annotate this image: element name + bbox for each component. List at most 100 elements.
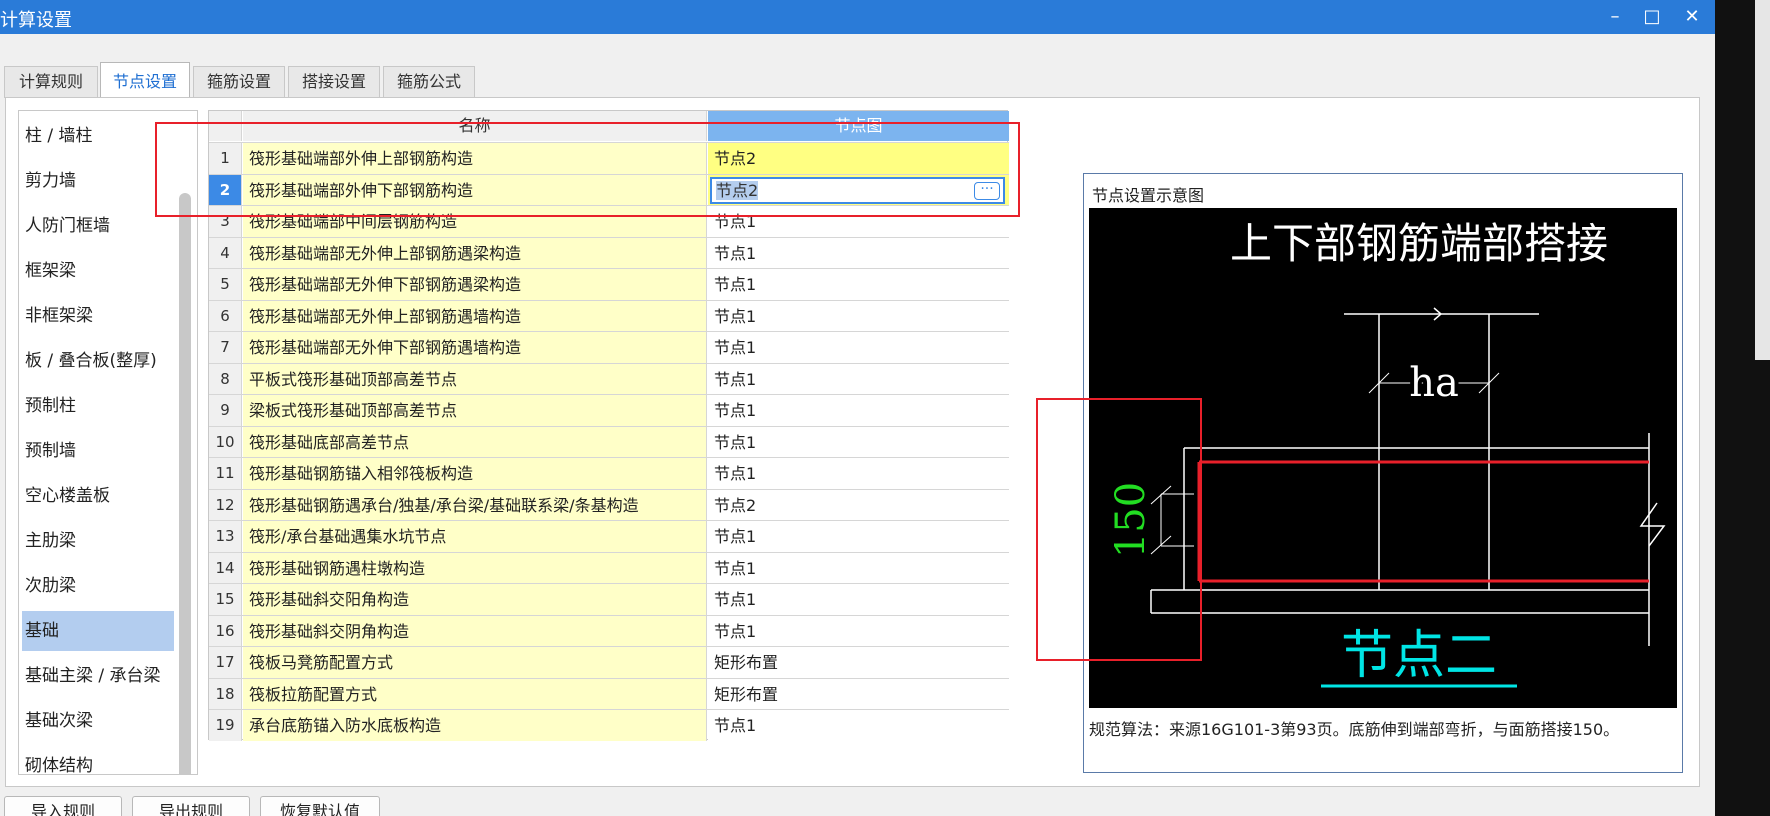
- row-number[interactable]: 14: [209, 552, 242, 584]
- category-item[interactable]: 主肋梁: [22, 521, 174, 561]
- row-number[interactable]: 17: [209, 647, 242, 678]
- category-item[interactable]: 板 / 叠合板(整厚): [22, 341, 174, 381]
- table-row[interactable]: 12 筏形基础钢筋遇承台/独基/承台梁/基础联系梁/条基构造 节点2: [209, 488, 1009, 521]
- table-row[interactable]: 19 承台底筋锚入防水底板构造 节点1: [209, 709, 1009, 741]
- minimize-button[interactable]: –: [1598, 3, 1632, 31]
- row-name-cell[interactable]: 平板式筏形基础顶部高差节点: [243, 363, 707, 395]
- category-item[interactable]: 次肋梁: [22, 566, 174, 606]
- row-number[interactable]: 3: [209, 206, 242, 237]
- tab-calc-rules[interactable]: 计算规则: [4, 66, 98, 98]
- row-number[interactable]: 8: [209, 363, 242, 395]
- row-node-cell[interactable]: 节点1: [708, 426, 1009, 458]
- category-item[interactable]: 框架梁: [22, 251, 174, 291]
- row-number[interactable]: 7: [209, 332, 242, 363]
- table-row[interactable]: 13 筏形/承台基础遇集水坑节点 节点1: [209, 520, 1009, 552]
- maximize-button[interactable]: □: [1635, 3, 1669, 31]
- table-row[interactable]: 6 筏形基础端部无外伸上部钢筋遇墙构造 节点1: [209, 299, 1009, 332]
- category-item[interactable]: 基础次梁: [22, 701, 174, 741]
- row-node-cell[interactable]: 节点1: [708, 395, 1009, 426]
- table-row[interactable]: 15 筏形基础斜交阳角构造 节点1: [209, 583, 1009, 615]
- row-number[interactable]: 11: [209, 458, 242, 489]
- row-number[interactable]: 9: [209, 395, 242, 426]
- table-row[interactable]: 3 筏形基础端部中间层钢筋构造 节点1: [209, 205, 1009, 237]
- tab-lap-settings[interactable]: 搭接设置: [288, 66, 380, 98]
- row-number[interactable]: 5: [209, 269, 242, 300]
- column-header-node[interactable]: 节点图: [708, 111, 1009, 141]
- ellipsis-icon[interactable]: ···: [974, 181, 1000, 200]
- row-node-cell-editing[interactable]: 节点2 ···: [708, 174, 1009, 206]
- tab-stirrup-settings[interactable]: 箍筋设置: [193, 66, 285, 98]
- table-row[interactable]: 5 筏形基础端部无外伸下部钢筋遇梁构造 节点1: [209, 268, 1009, 300]
- category-item[interactable]: 柱 / 墙柱: [22, 116, 174, 156]
- category-item[interactable]: 剪力墙: [22, 161, 174, 201]
- export-rules-button[interactable]: 导出规则: [132, 796, 250, 816]
- row-name-cell[interactable]: 筏形基础端部无外伸上部钢筋遇墙构造: [243, 300, 707, 332]
- row-node-cell[interactable]: 节点1: [708, 584, 1009, 615]
- row-number[interactable]: 2: [209, 174, 242, 206]
- table-row[interactable]: 2 筏形基础端部外伸下部钢筋构造 节点2 ···: [209, 173, 1009, 206]
- row-node-cell[interactable]: 节点1: [708, 300, 1009, 332]
- node-select-input[interactable]: 节点2 ···: [710, 176, 1005, 204]
- tab-stirrup-formula[interactable]: 箍筋公式: [383, 66, 475, 98]
- category-item[interactable]: 空心楼盖板: [22, 476, 174, 516]
- row-name-cell[interactable]: 筏形基础斜交阳角构造: [243, 584, 707, 615]
- category-scrollbar[interactable]: [179, 193, 191, 774]
- row-node-cell[interactable]: 矩形布置: [708, 647, 1009, 678]
- row-number[interactable]: 6: [209, 300, 242, 332]
- row-name-cell[interactable]: 筏形基础端部无外伸下部钢筋遇墙构造: [243, 332, 707, 363]
- row-node-cell[interactable]: 节点1: [708, 521, 1009, 552]
- row-name-cell[interactable]: 筏形基础端部无外伸上部钢筋遇梁构造: [243, 237, 707, 269]
- column-header-name[interactable]: 名称: [243, 111, 707, 141]
- table-row[interactable]: 10 筏形基础底部高差节点 节点1: [209, 425, 1009, 458]
- table-row[interactable]: 9 梁板式筏形基础顶部高差节点 节点1: [209, 394, 1009, 426]
- category-item[interactable]: 预制柱: [22, 386, 174, 426]
- row-name-cell[interactable]: 筏板马凳筋配置方式: [243, 647, 707, 678]
- table-row[interactable]: 18 筏板拉筋配置方式 矩形布置: [209, 677, 1009, 710]
- row-name-cell[interactable]: 筏形基础钢筋遇承台/独基/承台梁/基础联系梁/条基构造: [243, 489, 707, 521]
- row-name-cell[interactable]: 筏形基础端部中间层钢筋构造: [243, 206, 707, 237]
- row-node-cell[interactable]: 矩形布置: [708, 678, 1009, 710]
- row-node-cell[interactable]: 节点1: [708, 615, 1009, 647]
- row-node-cell[interactable]: 节点1: [708, 363, 1009, 395]
- row-number[interactable]: 19: [209, 710, 242, 741]
- category-item[interactable]: 砌体结构: [22, 746, 174, 774]
- row-number[interactable]: 1: [209, 143, 242, 174]
- category-item-selected[interactable]: 基础: [22, 611, 174, 651]
- table-row[interactable]: 4 筏形基础端部无外伸上部钢筋遇梁构造 节点1: [209, 236, 1009, 269]
- row-name-cell[interactable]: 梁板式筏形基础顶部高差节点: [243, 395, 707, 426]
- category-item[interactable]: 预制墙: [22, 431, 174, 471]
- row-name-cell[interactable]: 筏形基础钢筋遇柱墩构造: [243, 552, 707, 584]
- row-name-cell[interactable]: 筏形基础端部无外伸下部钢筋遇梁构造: [243, 269, 707, 300]
- row-name-cell[interactable]: 筏形基础底部高差节点: [243, 426, 707, 458]
- row-name-cell[interactable]: 筏形基础端部外伸下部钢筋构造: [243, 174, 707, 206]
- row-node-cell[interactable]: 节点1: [708, 458, 1009, 489]
- restore-defaults-button[interactable]: 恢复默认值: [260, 796, 380, 816]
- table-row[interactable]: 16 筏形基础斜交阴角构造 节点1: [209, 614, 1009, 647]
- row-number[interactable]: 16: [209, 615, 242, 647]
- row-name-cell[interactable]: 筏形/承台基础遇集水坑节点: [243, 521, 707, 552]
- row-node-cell[interactable]: 节点1: [708, 237, 1009, 269]
- row-number[interactable]: 15: [209, 584, 242, 615]
- row-node-cell[interactable]: 节点2: [708, 489, 1009, 521]
- category-item[interactable]: 基础主梁 / 承台梁: [22, 656, 174, 696]
- row-name-cell[interactable]: 承台底筋锚入防水底板构造: [243, 710, 707, 741]
- row-node-cell[interactable]: 节点1: [708, 206, 1009, 237]
- row-number[interactable]: 12: [209, 489, 242, 521]
- row-node-cell[interactable]: 节点1: [708, 552, 1009, 584]
- table-row[interactable]: 1 筏形基础端部外伸上部钢筋构造 节点2: [209, 142, 1009, 174]
- tab-node-settings[interactable]: 节点设置: [100, 62, 190, 98]
- row-name-cell[interactable]: 筏板拉筋配置方式: [243, 678, 707, 710]
- row-number[interactable]: 13: [209, 521, 242, 552]
- row-node-cell[interactable]: 节点1: [708, 710, 1009, 741]
- table-row[interactable]: 8 平板式筏形基础顶部高差节点 节点1: [209, 362, 1009, 395]
- row-node-cell[interactable]: 节点2: [708, 143, 1009, 174]
- row-number[interactable]: 4: [209, 237, 242, 269]
- row-name-cell[interactable]: 筏形基础斜交阴角构造: [243, 615, 707, 647]
- import-rules-button[interactable]: 导入规则: [4, 796, 122, 816]
- category-item[interactable]: 非框架梁: [22, 296, 174, 336]
- table-row[interactable]: 7 筏形基础端部无外伸下部钢筋遇墙构造 节点1: [209, 331, 1009, 363]
- table-row[interactable]: 17 筏板马凳筋配置方式 矩形布置: [209, 646, 1009, 678]
- category-item[interactable]: 人防门框墙: [22, 206, 174, 246]
- row-name-cell[interactable]: 筏形基础钢筋锚入相邻筏板构造: [243, 458, 707, 489]
- row-number[interactable]: 18: [209, 678, 242, 710]
